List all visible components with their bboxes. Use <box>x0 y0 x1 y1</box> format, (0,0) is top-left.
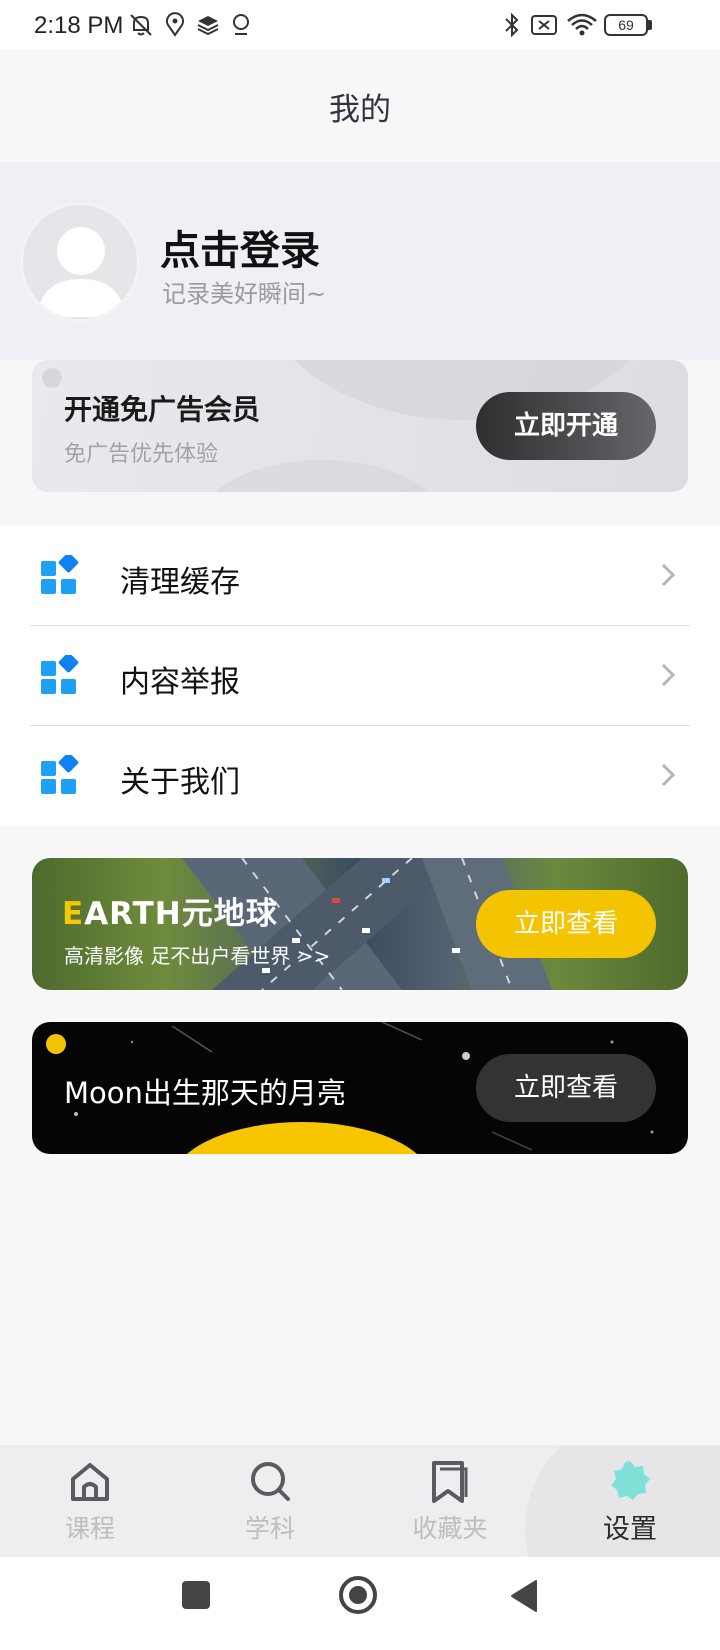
moon-banner[interactable]: Moon出生那天的月亮 立即查看 <box>32 1022 688 1154</box>
badge-icon <box>233 14 249 35</box>
search-icon <box>251 1462 290 1501</box>
wifi-icon <box>567 13 597 36</box>
moon-view-button[interactable]: 立即查看 <box>476 1054 656 1122</box>
earth-banner[interactable]: EARTH元地球 高清影像 足不出户看世界 >> 立即查看 <box>32 858 688 990</box>
chevron-right-icon <box>661 763 676 787</box>
tab-label: 收藏夹 <box>412 1514 488 1543</box>
earth-subtitle: 高清影像 足不出户看世界 >> <box>64 944 331 968</box>
menu-item-clear-cache[interactable]: 清理缓存 <box>0 525 720 625</box>
status-bar: 2:18 PM 69 <box>0 0 720 50</box>
location-icon <box>166 12 184 37</box>
decor-circle <box>202 460 442 492</box>
menu-item-label: 关于我们 <box>120 765 240 800</box>
login-title[interactable]: 点击登录 <box>160 218 320 276</box>
decor-dot <box>42 368 62 388</box>
battery-tip <box>648 20 652 30</box>
earth-title: EARTH元地球 <box>62 888 278 933</box>
system-nav-bar <box>0 1557 720 1650</box>
header: 我的 <box>0 50 720 162</box>
tab-subjects[interactable]: 学科 <box>180 1445 360 1557</box>
battery-icon: 69 <box>604 14 648 36</box>
grid-icon <box>41 655 79 694</box>
menu-item-about[interactable]: 关于我们 <box>0 725 720 825</box>
settings-menu: 清理缓存 内容举报 关于我们 <box>0 525 720 825</box>
back-button[interactable] <box>508 1579 540 1613</box>
vip-open-button[interactable]: 立即开通 <box>476 392 656 460</box>
bluetooth-icon <box>505 12 519 38</box>
grid-icon <box>41 555 79 594</box>
profile-section[interactable]: 点击登录 记录美好瞬间~ <box>0 162 720 360</box>
mute-icon <box>130 14 152 36</box>
moon-title: Moon出生那天的月亮 <box>64 1076 346 1110</box>
vip-subtitle: 免广告优先体验 <box>64 442 219 467</box>
login-subtitle: 记录美好瞬间~ <box>162 280 327 308</box>
tab-label: 设置 <box>603 1514 657 1545</box>
earth-title-rest: ARTH元地球 <box>84 896 278 932</box>
tab-settings[interactable]: 设置 <box>540 1445 720 1557</box>
user-avatar-icon <box>37 227 125 317</box>
avatar[interactable] <box>20 202 140 322</box>
vip-title: 开通免广告会员 <box>64 393 261 426</box>
chevron-right-icon <box>661 663 676 687</box>
chevron-right-icon <box>661 563 676 587</box>
tab-favorites[interactable]: 收藏夹 <box>360 1445 540 1557</box>
tab-label: 学科 <box>244 1514 295 1543</box>
no-sim-icon <box>531 15 557 35</box>
menu-item-report[interactable]: 内容举报 <box>0 625 720 725</box>
home-icon <box>71 1463 109 1501</box>
recents-button[interactable] <box>180 1579 212 1611</box>
vip-banner[interactable]: 开通免广告会员 免广告优先体验 立即开通 <box>32 360 688 492</box>
home-button[interactable] <box>338 1575 378 1615</box>
decor-dot <box>46 1034 66 1054</box>
grid-icon <box>41 755 79 794</box>
layers-icon <box>197 16 219 36</box>
earth-title-initial: E <box>62 896 85 932</box>
earth-view-button[interactable]: 立即查看 <box>476 890 656 958</box>
menu-item-label: 内容举报 <box>120 665 240 700</box>
menu-item-label: 清理缓存 <box>120 565 240 600</box>
bottom-tab-bar: 课程 学科 收藏夹 设置 <box>0 1445 720 1557</box>
page-title: 我的 <box>329 92 391 128</box>
tab-label: 课程 <box>64 1514 115 1543</box>
tab-courses[interactable]: 课程 <box>0 1445 180 1557</box>
status-time: 2:18 PM <box>34 12 124 39</box>
bookmark-icon <box>432 1461 468 1503</box>
settings-icon <box>611 1461 650 1500</box>
